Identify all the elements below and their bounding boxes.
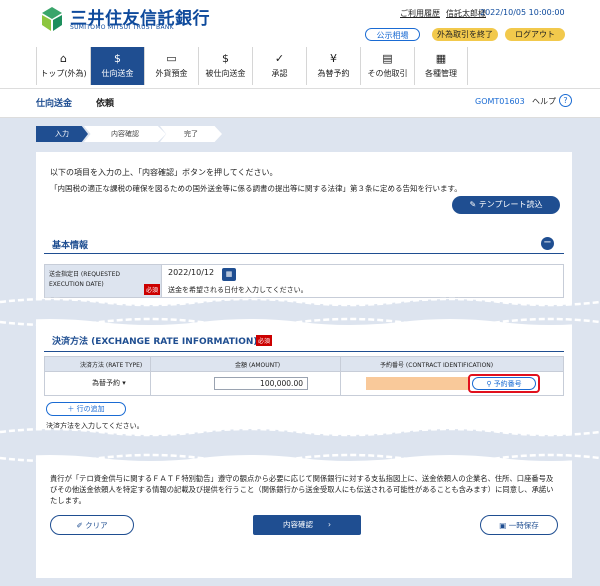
column-header-type: 決済方法 (RATE TYPE) — [80, 362, 143, 369]
screen-code: GOMT01603 — [475, 97, 525, 106]
public-rate-button[interactable]: 公示相場 — [365, 28, 420, 41]
bank-logo-icon — [42, 7, 62, 31]
approve-icon: ✓ — [274, 52, 285, 65]
page-title: 依頼 — [96, 99, 115, 109]
column-divider — [340, 356, 341, 396]
section-basic-title: 基本情報 — [52, 241, 89, 251]
plus-icon: ＋ — [67, 405, 77, 413]
help-link[interactable]: ヘルプ — [532, 96, 556, 107]
nav-label: 被仕向送金 — [205, 69, 246, 78]
calendar-icon[interactable]: ▦ — [222, 268, 236, 281]
clear-button[interactable]: ✐ クリア — [50, 515, 134, 535]
main-nav: ⌂ トップ(外為) $ 仕向送金 ▭ 外貨預金 $ 被仕向送金 ✓ 承認 ¥ 為… — [36, 47, 470, 85]
contract-search-label: 予約番号 — [493, 380, 522, 388]
temp-save-button[interactable]: ▣ 一時保存 — [480, 515, 558, 535]
nav-item-deposit[interactable]: ▭ 外貨預金 — [144, 47, 198, 85]
nav-item-contract[interactable]: ¥ 為替予約 — [306, 47, 360, 85]
save-icon: ▣ — [499, 521, 509, 530]
section-break-divider — [0, 427, 600, 463]
logout-button[interactable]: ログアウト — [505, 28, 565, 41]
add-row-button[interactable]: ＋ 行の追加 — [46, 402, 126, 416]
bank-name-en: SUMITOMO MITSUI TRUST BANK — [70, 24, 174, 31]
intro-notice: 「内国税の適正な課税の確保を図るための国外送金等に係る調書の提出等に関する法律」… — [50, 184, 462, 193]
other-icon: ▤ — [382, 52, 393, 65]
section-basic-header — [44, 232, 564, 254]
nav-item-top[interactable]: ⌂ トップ(外為) — [36, 47, 90, 85]
nav-item-remit[interactable]: $ 仕向送金 — [90, 47, 144, 85]
step-input: 入力 — [36, 126, 88, 142]
section-break-divider — [0, 297, 600, 327]
step-confirm: 内容確認 — [84, 126, 166, 142]
help-icon[interactable]: ? — [559, 94, 572, 107]
date-input[interactable]: 2022/10/12 — [168, 268, 218, 280]
required-badge: 必須 — [256, 335, 273, 346]
rate-type-value: 為替予約 — [92, 379, 120, 387]
contract-icon: ¥ — [330, 52, 337, 65]
confirm-label: 内容確認 — [283, 520, 313, 529]
date-label: 送金指定日 (REQUESTED EXECUTION DATE) — [49, 271, 120, 288]
end-fx-button[interactable]: 外為取引を終了 — [432, 28, 498, 41]
nav-label: 承認 — [271, 69, 288, 78]
nav-item-approve[interactable]: ✓ 承認 — [252, 47, 306, 85]
contract-number-input[interactable] — [366, 377, 470, 390]
nav-label: トップ(外為) — [40, 69, 87, 78]
column-divider — [150, 356, 151, 396]
manage-icon: ▦ — [435, 52, 447, 65]
nav-item-other[interactable]: ▤ その他取引 — [360, 47, 414, 85]
eraser-icon: ✐ — [76, 521, 86, 530]
nav-label: 各種管理 — [425, 69, 457, 78]
remit-icon: $ — [114, 52, 121, 65]
home-icon: ⌂ — [60, 52, 67, 65]
amount-input[interactable]: 100,000.00 — [214, 377, 308, 390]
chevron-right-icon: › — [313, 520, 331, 529]
rate-type-select[interactable]: 為替予約 ▾ — [92, 378, 126, 388]
intro-text: 以下の項目を入力の上、「内容確認」ボタンを押してください。 — [50, 168, 278, 177]
column-header-contract: 予約番号 (CONTRACT IDENTIFICATION) — [380, 362, 494, 369]
nav-label: 為替予約 — [317, 69, 350, 78]
search-icon: ⚲ — [486, 380, 494, 388]
nav-label: 外貨預金 — [155, 69, 188, 78]
column-header-amount: 金額 (AMOUNT) — [235, 362, 281, 369]
nav-label: その他取引 — [367, 69, 408, 78]
pen-icon: ✎ — [469, 200, 479, 209]
history-link[interactable]: ご利用履歴 — [400, 8, 440, 19]
contract-search-button[interactable]: ⚲ 予約番号 — [472, 377, 536, 390]
chevron-down-icon: ▾ — [122, 379, 126, 387]
breadcrumb: 仕向送金 — [36, 99, 73, 109]
collapse-icon[interactable]: − — [541, 237, 554, 250]
fatf-notice: 貴行が「テロ資金供与に関するＦＡＴＦ特別勧告」遵守の観点から必要に応じて関係銀行… — [50, 474, 554, 505]
section-fx-title: 決済方法 (EXCHANGE RATE INFORMATION) — [52, 337, 258, 347]
template-load-button[interactable]: ✎ テンプレート読込 — [452, 196, 560, 214]
add-row-label: 行の追加 — [76, 405, 105, 413]
step-complete: 完了 — [160, 126, 222, 142]
nav-item-manage[interactable]: ▦ 各種管理 — [414, 47, 468, 85]
temp-save-label: 一時保存 — [508, 521, 539, 530]
deposit-icon: ▭ — [166, 52, 177, 65]
template-load-label: テンプレート読込 — [478, 200, 543, 209]
receive-icon: $ — [222, 52, 229, 65]
confirm-button[interactable]: 内容確認 › — [253, 515, 361, 535]
nav-label: 仕向送金 — [101, 69, 134, 78]
clear-label: クリア — [85, 521, 108, 530]
nav-item-receive[interactable]: $ 被仕向送金 — [198, 47, 252, 85]
datetime: 2022/10/05 10:00:00 — [480, 8, 565, 17]
